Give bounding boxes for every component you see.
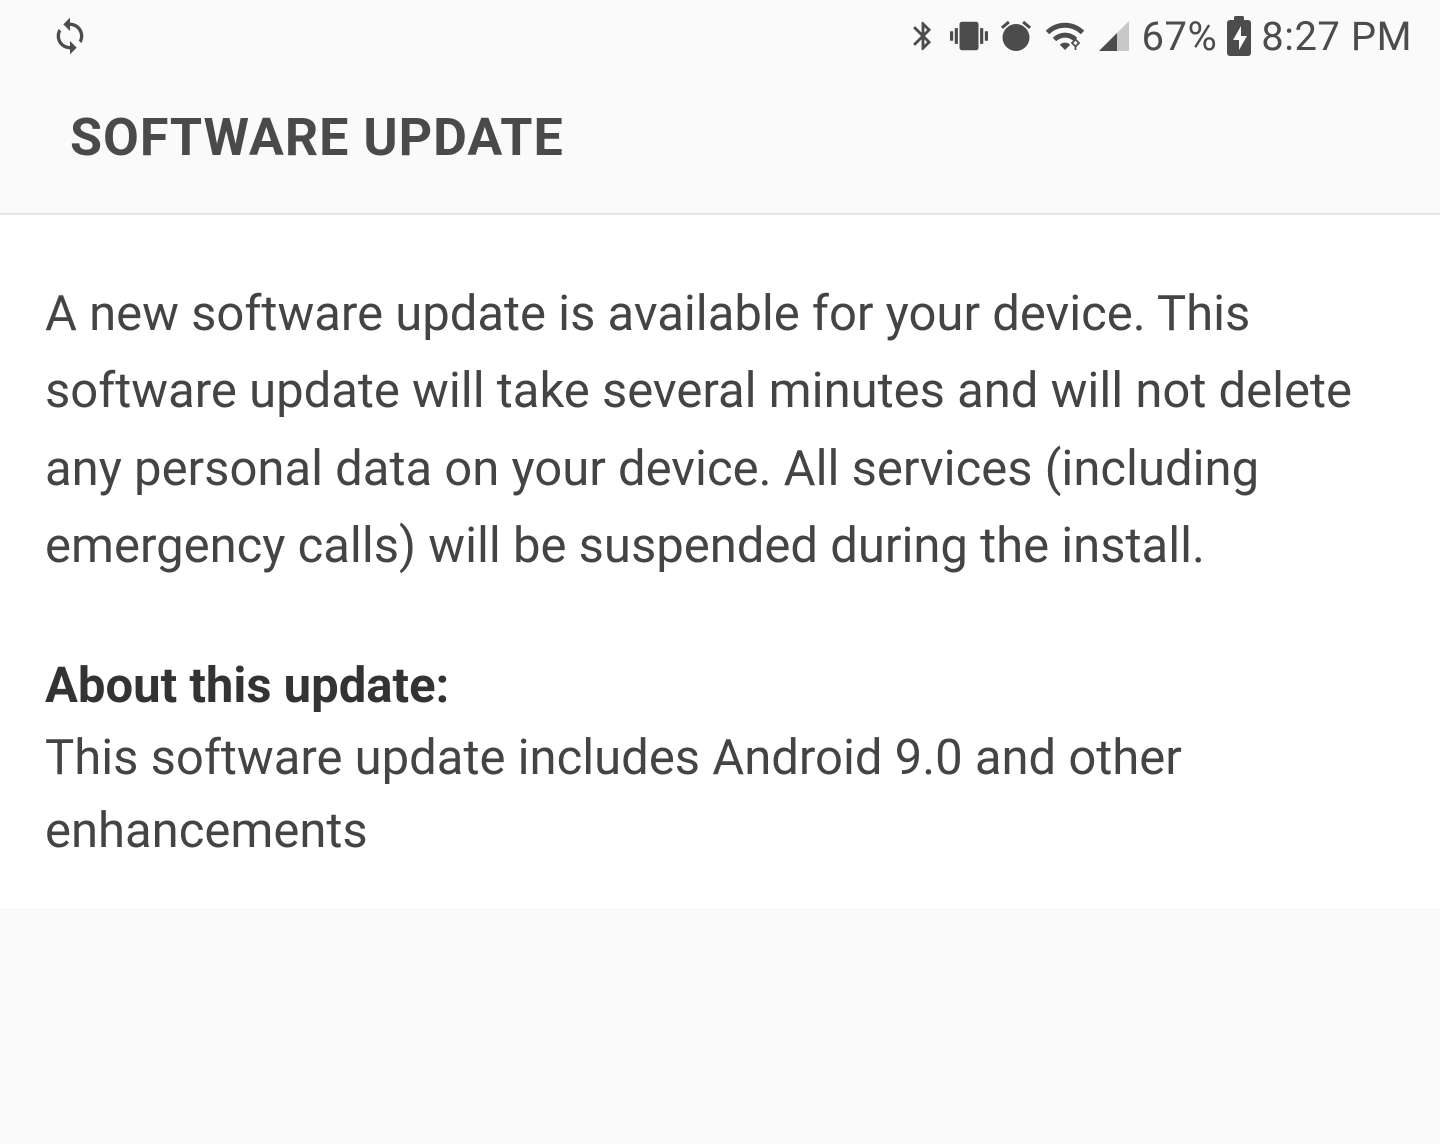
bluetooth-icon: [906, 19, 940, 53]
status-right: 67% 8:27 PM: [906, 13, 1412, 60]
page-header: SOFTWARE UPDATE: [0, 72, 1440, 215]
sync-icon: [50, 16, 90, 56]
battery-percent: 67%: [1142, 13, 1218, 60]
alarm-icon: [998, 18, 1034, 54]
wifi-icon: [1044, 15, 1086, 57]
status-left: [50, 16, 90, 56]
status-bar: 67% 8:27 PM: [0, 0, 1440, 72]
clock-time: 8:27 PM: [1261, 13, 1412, 60]
about-heading: About this update:: [45, 650, 1395, 721]
vibrate-icon: [950, 17, 988, 55]
page-title: SOFTWARE UPDATE: [70, 107, 1370, 168]
signal-icon: [1096, 18, 1132, 54]
battery-charging-icon: [1227, 16, 1251, 56]
about-body: This software update includes Android 9.…: [45, 721, 1395, 868]
content-area: A new software update is available for y…: [0, 215, 1440, 908]
update-intro-text: A new software update is available for y…: [45, 275, 1395, 585]
